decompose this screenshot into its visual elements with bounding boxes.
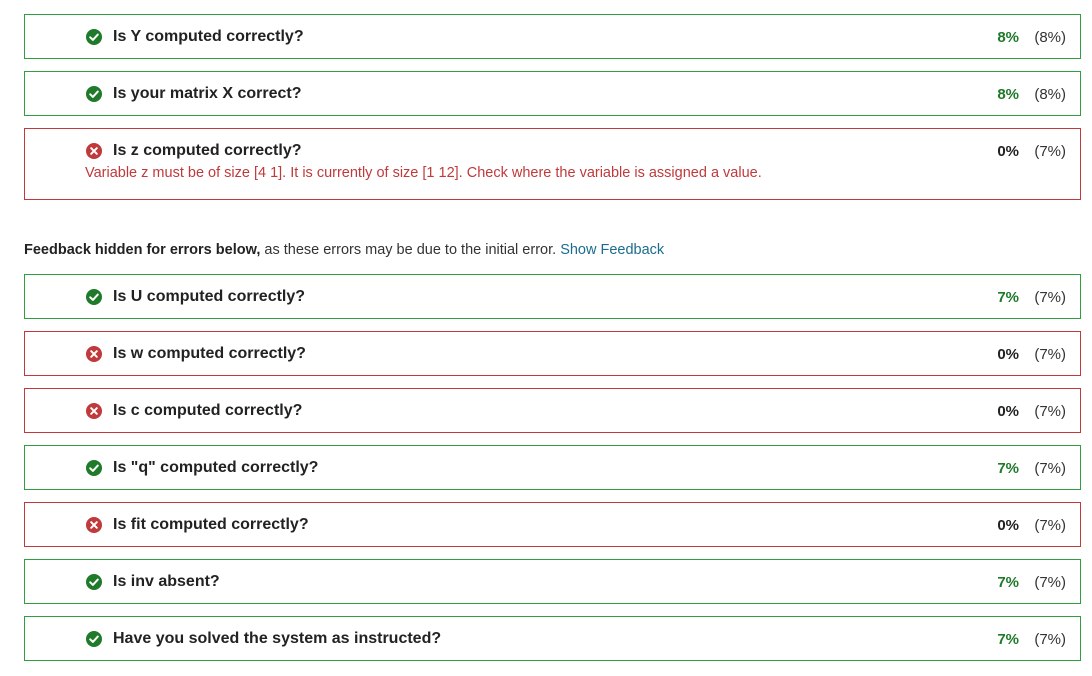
check-score: 0% <box>997 516 1019 534</box>
check-score: 7% <box>997 630 1019 648</box>
show-feedback-link[interactable]: Show Feedback <box>560 242 664 258</box>
check-card: Is U computed correctly? 7% (7%) <box>24 274 1081 319</box>
check-title: Is fit computed correctly? <box>113 516 309 533</box>
notice-text: as these errors may be due to the initia… <box>260 242 561 258</box>
check-weight: (7%) <box>1034 630 1066 648</box>
x-circle-icon <box>86 143 102 159</box>
check-card: Is w computed correctly? 0% (7%) <box>24 331 1081 376</box>
x-circle-icon <box>86 517 102 533</box>
check-score: 0% <box>997 345 1019 363</box>
check-weight: (7%) <box>1034 345 1066 363</box>
check-score: 8% <box>997 28 1019 46</box>
check-weight: (8%) <box>1034 85 1066 103</box>
check-title: Is inv absent? <box>113 573 220 590</box>
check-card: Is Y computed correctly? 8% (8%) <box>24 14 1081 59</box>
check-title: Is w computed correctly? <box>113 345 306 362</box>
check-title: Have you solved the system as instructed… <box>113 630 442 647</box>
check-weight: (8%) <box>1034 28 1066 46</box>
error-message: Variable z must be of size [4 1]. It is … <box>85 165 762 181</box>
check-weight: (7%) <box>1034 288 1066 306</box>
feedback-hidden-notice: Feedback hidden for errors below, as the… <box>24 242 664 258</box>
check-card: Is fit computed correctly? 0% (7%) <box>24 502 1081 547</box>
check-title: Is c computed correctly? <box>113 402 303 419</box>
check-weight: (7%) <box>1034 459 1066 477</box>
check-weight: (7%) <box>1034 516 1066 534</box>
check-weight: (7%) <box>1034 573 1066 591</box>
check-circle-icon <box>86 86 102 102</box>
check-card: Have you solved the system as instructed… <box>24 616 1081 661</box>
check-title: Is Y computed correctly? <box>113 28 304 45</box>
check-card: Is z computed correctly? 0% (7%) Variabl… <box>24 128 1081 200</box>
check-circle-icon <box>86 29 102 45</box>
check-circle-icon <box>86 631 102 647</box>
check-card: Is "q" computed correctly? 7% (7%) <box>24 445 1081 490</box>
check-circle-icon <box>86 460 102 476</box>
check-score: 8% <box>997 85 1019 103</box>
check-circle-icon <box>86 289 102 305</box>
check-score: 7% <box>997 288 1019 306</box>
check-card: Is your matrix X correct? 8% (8%) <box>24 71 1081 116</box>
check-score: 0% <box>997 402 1019 420</box>
check-title: Is z computed correctly? <box>113 142 302 159</box>
check-title: Is U computed correctly? <box>113 288 306 305</box>
check-score: 7% <box>997 459 1019 477</box>
check-card: Is c computed correctly? 0% (7%) <box>24 388 1081 433</box>
check-card: Is inv absent? 7% (7%) <box>24 559 1081 604</box>
check-circle-icon <box>86 574 102 590</box>
check-title: Is your matrix X correct? <box>113 85 302 102</box>
check-score: 7% <box>997 573 1019 591</box>
check-title: Is "q" computed correctly? <box>113 459 319 476</box>
notice-bold: Feedback hidden for errors below, <box>24 242 261 258</box>
x-circle-icon <box>86 403 102 419</box>
x-circle-icon <box>86 346 102 362</box>
check-score: 0% <box>997 142 1019 160</box>
check-weight: (7%) <box>1034 142 1066 160</box>
check-weight: (7%) <box>1034 402 1066 420</box>
